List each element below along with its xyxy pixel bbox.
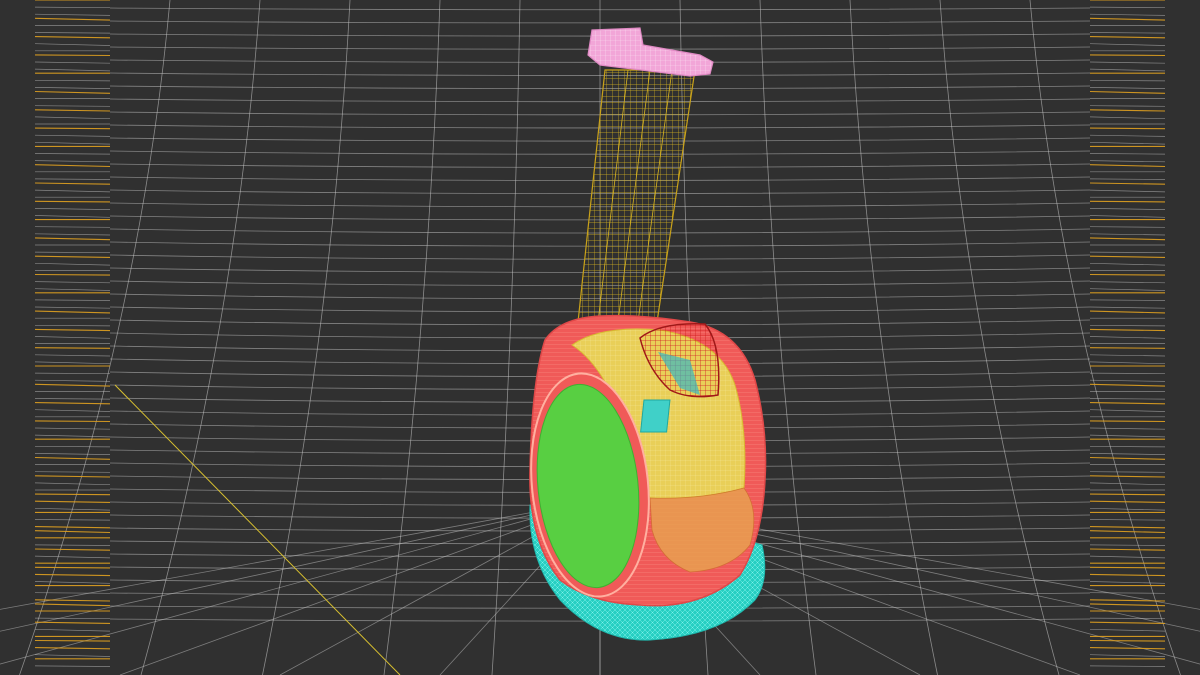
3d-viewport[interactable] bbox=[0, 0, 1200, 675]
scooter-model[interactable] bbox=[0, 0, 1200, 675]
indicator-panel[interactable] bbox=[640, 399, 671, 433]
handlebar-grip[interactable] bbox=[587, 27, 714, 77]
steering-column[interactable] bbox=[577, 69, 696, 323]
